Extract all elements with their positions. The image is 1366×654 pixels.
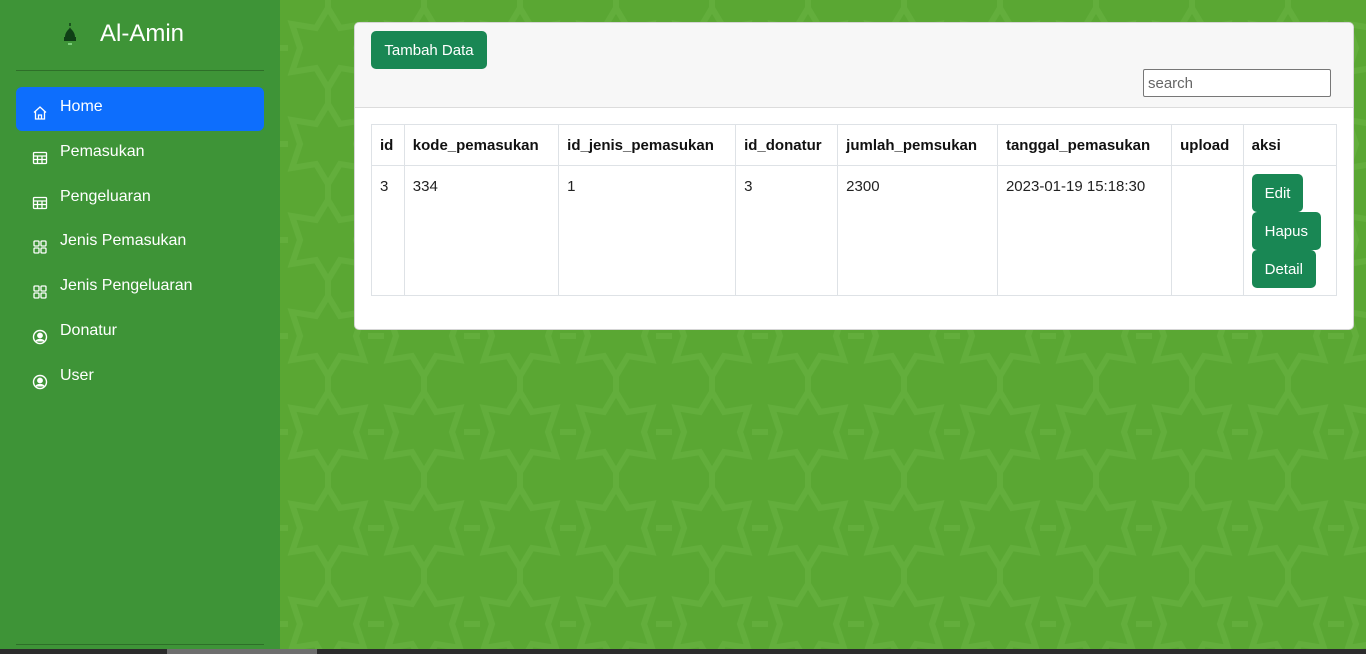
column-header: upload	[1171, 124, 1244, 166]
cell-id-jenis-pemasukan: 1	[558, 165, 737, 296]
grid-icon	[32, 239, 48, 255]
sidebar-item-user[interactable]: User	[16, 356, 264, 400]
sidebar-item-label: Pengeluaran	[60, 187, 151, 205]
column-header: jumlah_pemsukan	[837, 124, 998, 166]
sidebar-nav: Home Pemasukan Pengeluaran Jenis Pemasuk…	[16, 87, 264, 401]
edit-button[interactable]: Edit	[1251, 174, 1304, 212]
column-header: kode_pemasukan	[403, 124, 560, 166]
column-header: id_donatur	[735, 124, 839, 166]
data-card: Tambah Data id kode_pemasukan id_jenis_p…	[354, 22, 1354, 330]
grid-icon	[32, 284, 48, 300]
table-row: 3 334 1 3 2300 2023-01-19 15:18:30 Edit …	[371, 165, 1338, 296]
sidebar-item-donatur[interactable]: Donatur	[16, 311, 264, 355]
sidebar-item-label: Pemasukan	[60, 142, 145, 160]
column-header: aksi	[1242, 124, 1338, 166]
data-table: id kode_pemasukan id_jenis_pemasukan id_…	[371, 124, 1338, 296]
sidebar: Al-Amin Home Pemasukan Pengeluaran Jenis…	[0, 0, 280, 654]
cell-id-donatur: 3	[735, 165, 839, 296]
sidebar-item-home[interactable]: Home	[16, 87, 264, 131]
column-header: id_jenis_pemasukan	[558, 124, 737, 166]
cell-aksi: Edit Hapus Detail	[1242, 165, 1338, 296]
sidebar-item-jenis-pengeluaran[interactable]: Jenis Pengeluaran	[16, 266, 264, 310]
add-data-button[interactable]: Tambah Data	[371, 31, 487, 69]
scrollbar-thumb[interactable]	[167, 649, 317, 654]
sidebar-item-label: Jenis Pemasukan	[60, 232, 187, 250]
cell-jumlah-pemsukan: 2300	[837, 165, 998, 296]
mosque-icon	[60, 18, 80, 50]
cell-kode-pemasukan: 334	[403, 165, 560, 296]
sidebar-item-jenis-pemasukan[interactable]: Jenis Pemasukan	[16, 221, 264, 265]
sidebar-item-pemasukan[interactable]: Pemasukan	[16, 132, 264, 176]
table-header-row: id kode_pemasukan id_jenis_pemasukan id_…	[371, 124, 1338, 166]
delete-button[interactable]: Hapus	[1251, 212, 1321, 250]
user-circle-icon	[32, 374, 48, 390]
home-icon	[32, 105, 48, 121]
detail-button[interactable]: Detail	[1251, 250, 1316, 288]
brand-name: Al-Amin	[100, 20, 185, 47]
cell-upload	[1171, 165, 1244, 296]
sidebar-item-label: User	[60, 366, 94, 384]
table-icon	[32, 150, 48, 166]
sidebar-item-label: Donatur	[60, 321, 117, 339]
brand[interactable]: Al-Amin	[60, 18, 184, 50]
cell-id: 3	[371, 165, 405, 296]
sidebar-item-pengeluaran[interactable]: Pengeluaran	[16, 177, 264, 221]
table-icon	[32, 195, 48, 211]
card-header: Tambah Data	[355, 23, 1353, 108]
column-header: tanggal_pemasukan	[996, 124, 1173, 166]
column-header: id	[371, 124, 405, 166]
horizontal-scrollbar[interactable]	[0, 649, 1366, 654]
user-circle-icon	[32, 329, 48, 345]
sidebar-item-label: Jenis Pengeluaran	[60, 277, 193, 295]
sidebar-item-label: Home	[60, 98, 103, 115]
search-input[interactable]	[1143, 69, 1331, 97]
cell-tanggal-pemasukan: 2023-01-19 15:18:30	[996, 165, 1173, 296]
divider	[16, 70, 264, 71]
divider	[16, 644, 264, 645]
